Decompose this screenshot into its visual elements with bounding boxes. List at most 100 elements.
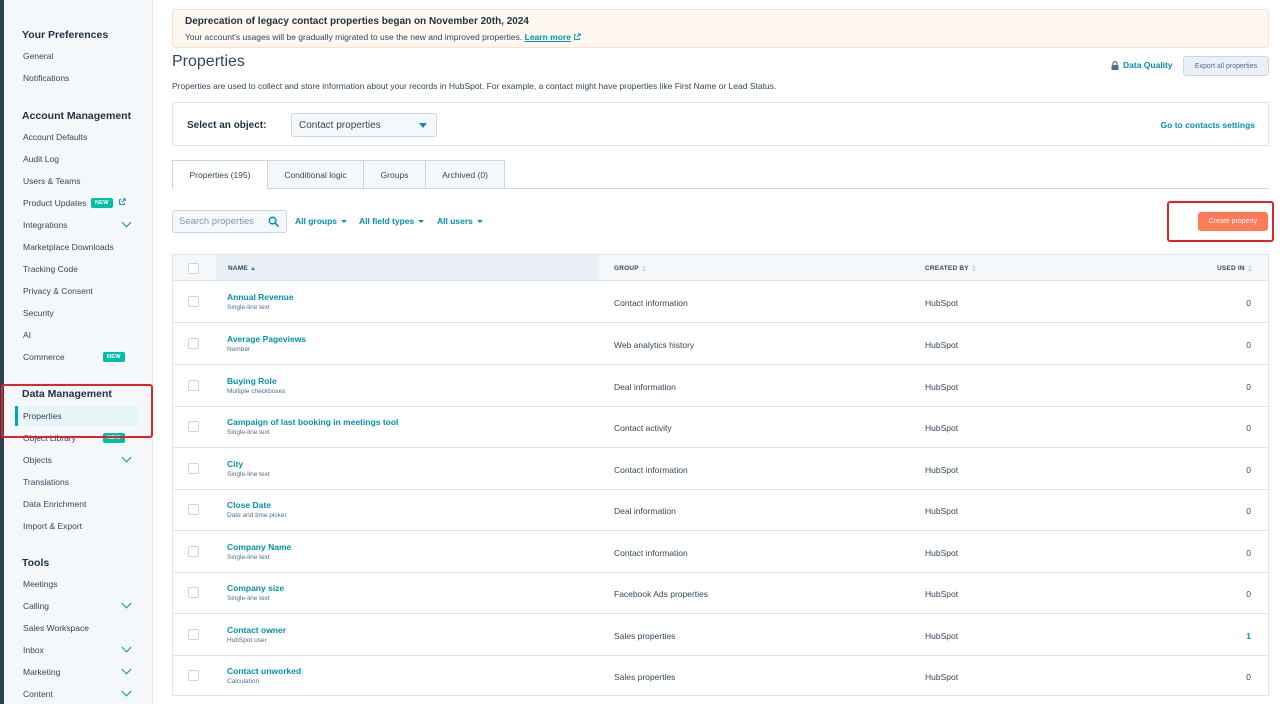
table-row: Average Pageviews Number Web analytics h… xyxy=(173,323,1268,365)
sidebar-item-data-enrichment[interactable]: Data Enrichment xyxy=(15,494,138,514)
filter-all-groups[interactable]: All groups xyxy=(295,216,348,226)
property-name-link[interactable]: Close Date xyxy=(227,500,271,510)
sidebar-item-users-teams[interactable]: Users & Teams xyxy=(15,171,138,191)
row-checkbox[interactable] xyxy=(188,670,199,681)
sidebar-item-label: Inbox xyxy=(23,645,44,655)
export-all-properties-button[interactable]: Export all properties xyxy=(1183,56,1269,76)
filter-label: All groups xyxy=(295,216,338,226)
sidebar-item-meetings[interactable]: Meetings xyxy=(15,574,138,594)
sidebar-item-label: Content xyxy=(23,689,53,699)
column-label: USED IN xyxy=(1217,265,1245,272)
sidebar-item-general[interactable]: General xyxy=(15,46,138,66)
property-created-by: HubSpot xyxy=(925,506,959,516)
sidebar-item-audit-log[interactable]: Audit Log xyxy=(15,149,138,169)
filter-all-field-types[interactable]: All field types xyxy=(359,216,425,226)
table-row: Annual Revenue Single-line text Contact … xyxy=(173,281,1268,323)
sidebar-item-notifications[interactable]: Notifications xyxy=(15,68,138,88)
sidebar-item-ai[interactable]: AI xyxy=(15,325,138,345)
go-to-contacts-settings-link[interactable]: Go to contacts settings xyxy=(1161,120,1255,130)
row-checkbox[interactable] xyxy=(188,629,199,640)
property-group: Contact information xyxy=(614,298,688,308)
property-group: Sales properties xyxy=(614,672,676,682)
property-name-link[interactable]: Buying Role xyxy=(227,376,277,386)
row-checkbox[interactable] xyxy=(188,546,199,557)
banner-text: Your account's usages will be gradually … xyxy=(185,32,581,42)
sidebar-item-marketing[interactable]: Marketing xyxy=(15,662,138,682)
sidebar-item-objects[interactable]: Objects xyxy=(15,450,138,470)
tab-groups[interactable]: Groups xyxy=(364,160,426,189)
sidebar-item-sales-workspace[interactable]: Sales Workspace xyxy=(15,618,138,638)
table-header: NAME GROUP CREATED BY USED IN xyxy=(173,255,1268,281)
tab-conditional-logic[interactable]: Conditional logic xyxy=(268,160,364,189)
column-header-used-in[interactable]: USED IN xyxy=(1217,265,1252,272)
select-all-checkbox[interactable] xyxy=(188,263,199,274)
property-type: Single-line text xyxy=(227,304,270,311)
property-name-link[interactable]: Contact owner xyxy=(227,625,286,635)
table-row: Close Date Date and time picker Deal inf… xyxy=(173,489,1268,531)
tab-properties[interactable]: Properties (195) xyxy=(172,160,268,189)
sort-ascending-icon xyxy=(250,267,255,270)
filter-label: All users xyxy=(437,216,473,226)
banner-message: Your account's usages will be gradually … xyxy=(185,32,523,42)
external-link-icon xyxy=(119,198,126,205)
filter-label: All field types xyxy=(359,216,415,226)
sidebar-item-account-defaults[interactable]: Account Defaults xyxy=(15,127,138,147)
row-checkbox[interactable] xyxy=(188,380,199,391)
section-title-account-management: Account Management xyxy=(22,110,132,122)
chevron-down-icon xyxy=(121,664,132,675)
sidebar-item-inbox[interactable]: Inbox xyxy=(15,640,138,660)
chevron-down-icon xyxy=(121,686,132,697)
property-type: Date and time picker xyxy=(227,512,287,519)
row-checkbox[interactable] xyxy=(188,504,199,515)
row-checkbox[interactable] xyxy=(188,463,199,474)
property-type: Number xyxy=(227,346,251,353)
row-checkbox[interactable] xyxy=(188,338,199,349)
property-used-in: 0 xyxy=(1246,340,1251,350)
sidebar-item-tracking-code[interactable]: Tracking Code xyxy=(15,259,138,279)
search-icon[interactable] xyxy=(268,216,279,227)
sidebar-item-calling[interactable]: Calling xyxy=(15,596,138,616)
sidebar-item-integrations[interactable]: Integrations xyxy=(15,215,138,235)
property-used-in-link[interactable]: 1 xyxy=(1246,631,1251,641)
property-type: Multiple checkboxes xyxy=(227,388,286,395)
data-quality-link[interactable]: Data Quality xyxy=(1111,60,1173,70)
sidebar-item-import-export[interactable]: Import & Export xyxy=(15,516,138,536)
sidebar-item-privacy-consent[interactable]: Privacy & Consent xyxy=(15,281,138,301)
property-name-link[interactable]: Contact unworked xyxy=(227,666,301,676)
property-name-link[interactable]: Average Pageviews xyxy=(227,334,306,344)
property-name-link[interactable]: Company Name xyxy=(227,542,291,552)
sidebar-item-security[interactable]: Security xyxy=(15,303,138,323)
property-name-link[interactable]: Campaign of last booking in meetings too… xyxy=(227,417,398,427)
property-created-by: HubSpot xyxy=(925,340,959,350)
table-row: Company size Single-line text Facebook A… xyxy=(173,572,1268,614)
property-type: Calculation xyxy=(227,678,260,685)
property-name-link[interactable]: City xyxy=(227,459,243,469)
property-group: Sales properties xyxy=(614,631,676,641)
property-used-in: 0 xyxy=(1246,382,1251,392)
sort-icon xyxy=(971,265,976,272)
sidebar-item-marketplace-downloads[interactable]: Marketplace Downloads xyxy=(15,237,138,257)
column-header-created-by[interactable]: CREATED BY xyxy=(925,265,976,272)
sidebar-item-translations[interactable]: Translations xyxy=(15,472,138,492)
search-input[interactable] xyxy=(173,211,263,232)
external-link-icon xyxy=(574,33,581,40)
row-checkbox[interactable] xyxy=(188,587,199,598)
row-checkbox[interactable] xyxy=(188,296,199,307)
property-name-link[interactable]: Annual Revenue xyxy=(227,292,294,302)
object-dropdown[interactable]: Contact properties xyxy=(291,113,437,137)
properties-table: NAME GROUP CREATED BY USED IN Annual Rev… xyxy=(172,254,1269,696)
property-created-by: HubSpot xyxy=(925,465,959,475)
property-name-link[interactable]: Company size xyxy=(227,583,284,593)
column-header-name[interactable]: NAME xyxy=(228,265,255,272)
row-checkbox[interactable] xyxy=(188,421,199,432)
sidebar-item-content[interactable]: Content xyxy=(15,684,138,704)
tab-divider xyxy=(505,188,1269,189)
filter-all-users[interactable]: All users xyxy=(437,216,483,226)
caret-down-icon xyxy=(476,219,483,223)
page-description: Properties are used to collect and store… xyxy=(172,81,777,91)
tab-archived[interactable]: Archived (0) xyxy=(426,160,505,189)
column-header-group[interactable]: GROUP xyxy=(614,265,646,272)
table-row: Buying Role Multiple checkboxes Deal inf… xyxy=(173,365,1268,407)
sort-icon xyxy=(1247,265,1252,272)
learn-more-link[interactable]: Learn more xyxy=(525,32,571,42)
